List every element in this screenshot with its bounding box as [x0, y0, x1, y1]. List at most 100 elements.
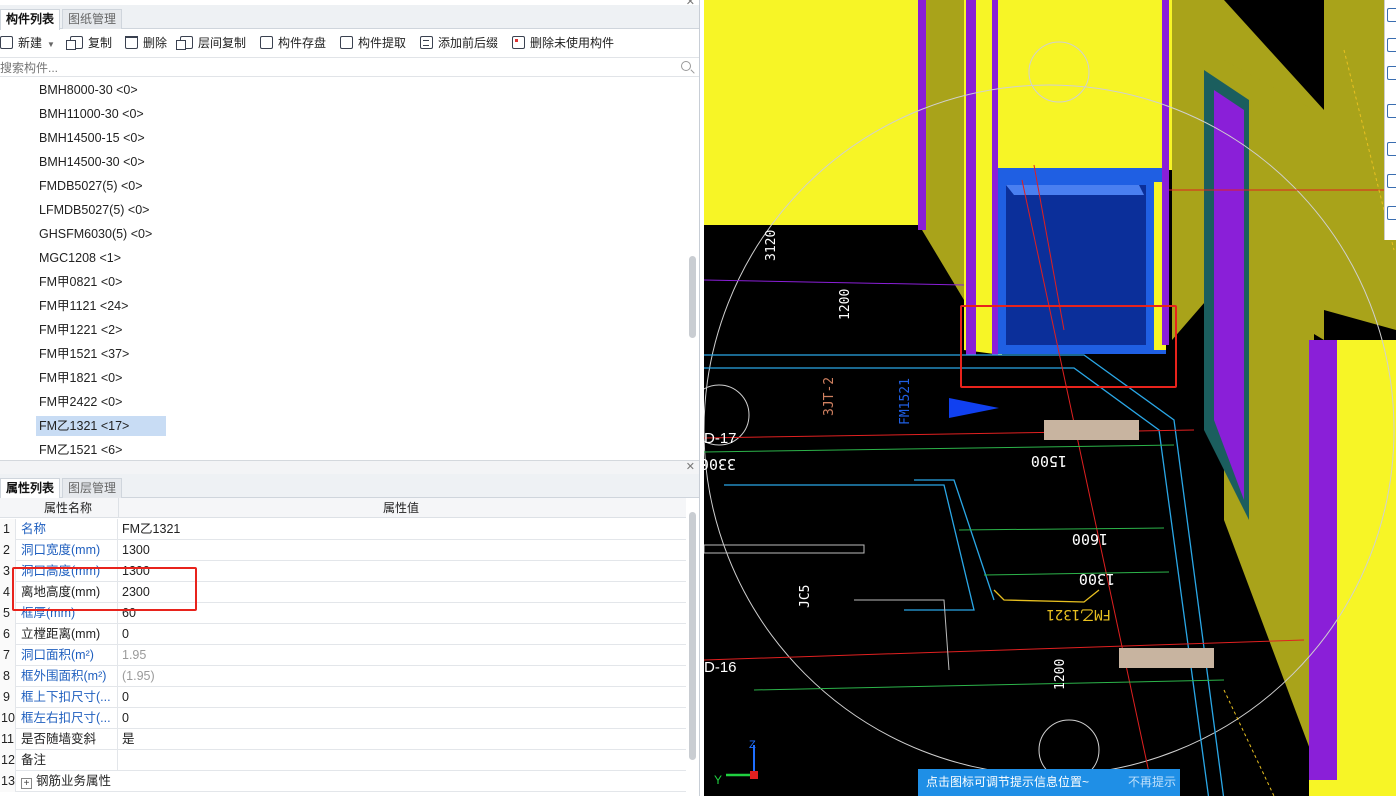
- list-item[interactable]: FM乙1521 <6>: [36, 440, 125, 460]
- wall-side: [922, 0, 964, 300]
- list-item[interactable]: BMH11000-30 <0>: [36, 104, 147, 124]
- list-item[interactable]: FMDB5027(5) <0>: [36, 176, 146, 196]
- column-stripe: [966, 0, 976, 355]
- delete-unused-label: 删除未使用构件: [530, 36, 615, 50]
- view-camera-icon[interactable]: [1387, 174, 1396, 188]
- table-row[interactable]: 13 + 钢筋业务属性: [0, 771, 686, 792]
- cad-text: 3120: [764, 230, 779, 261]
- property-value[interactable]: 0: [118, 687, 686, 708]
- table-row[interactable]: 8 框外围面积(m²) (1.95): [0, 666, 686, 687]
- column-stripe: [918, 0, 926, 230]
- list-item[interactable]: FM甲1221 <2>: [36, 320, 125, 340]
- list-item[interactable]: BMH14500-15 <0>: [36, 128, 148, 148]
- table-row[interactable]: 11 是否随墙变斜 是: [0, 729, 686, 750]
- view-3d-icon[interactable]: [1387, 38, 1396, 52]
- 3d-viewport[interactable]: D-17 D-16 3300 1500 1600 1300 FM乙1321 31…: [704, 0, 1396, 796]
- copy-label: 复制: [88, 36, 113, 50]
- floor-copy-icon: [176, 36, 193, 50]
- list-item[interactable]: FM甲1821 <0>: [36, 368, 125, 388]
- expand-icon[interactable]: +: [21, 778, 32, 789]
- copy-icon: [66, 36, 83, 50]
- cad-rect: [704, 544, 865, 554]
- view-2d-icon[interactable]: [1387, 8, 1396, 22]
- table-row[interactable]: 10 框左右扣尺寸(... 0: [0, 708, 686, 729]
- property-value[interactable]: [118, 750, 686, 771]
- close-icon[interactable]: ✕: [686, 0, 695, 8]
- table-row[interactable]: 1 名称 FM乙1321: [0, 519, 686, 540]
- hint-message: 点击图标可调节提示信息位置~: [926, 775, 1090, 789]
- property-value[interactable]: 是: [118, 729, 686, 750]
- property-table-scrollbar[interactable]: [689, 512, 696, 760]
- table-row[interactable]: 6 立樘距离(mm) 0: [0, 624, 686, 645]
- property-name: 备注: [17, 750, 118, 771]
- new-icon: [0, 36, 13, 49]
- row-number: 8: [0, 666, 16, 687]
- component-list-scrollbar[interactable]: [689, 256, 696, 338]
- view-select-icon[interactable]: [1387, 142, 1396, 156]
- list-item[interactable]: FM甲2422 <0>: [36, 392, 125, 412]
- list-item[interactable]: LFMDB5027(5) <0>: [36, 200, 152, 220]
- table-row[interactable]: 2 洞口宽度(mm) 1300: [0, 540, 686, 561]
- list-item[interactable]: FM甲1121 <24>: [36, 296, 131, 316]
- table-row[interactable]: 7 洞口面积(m²) 1.95: [0, 645, 686, 666]
- door-edge: [1006, 185, 1144, 195]
- add-prefix-suffix-button[interactable]: 添加前后缀: [420, 34, 498, 52]
- list-item[interactable]: GHSFM6030(5) <0>: [36, 224, 155, 244]
- column-stripe: [1162, 0, 1169, 345]
- column-stripe: [1309, 340, 1337, 780]
- view-box-icon[interactable]: [1387, 104, 1396, 118]
- dont-show-again-link[interactable]: 不再提示: [1128, 769, 1176, 796]
- delete-button[interactable]: 删除: [125, 34, 167, 52]
- prefix-suffix-icon: [420, 36, 433, 49]
- header-divider: [118, 498, 119, 518]
- close-icon[interactable]: ✕: [686, 460, 695, 473]
- tab-layer-management[interactable]: 图层管理: [62, 478, 123, 498]
- list-item[interactable]: FM甲1521 <37>: [36, 344, 132, 364]
- tab-property-list[interactable]: 属性列表: [0, 478, 61, 499]
- cad-line: [724, 484, 975, 611]
- search-input[interactable]: [0, 59, 670, 76]
- new-button[interactable]: 新建 ▼: [0, 34, 55, 52]
- property-value[interactable]: FM乙1321: [118, 519, 686, 540]
- property-table-header: 属性名称 属性值: [0, 498, 686, 518]
- property-value[interactable]: 60: [118, 603, 686, 624]
- table-row[interactable]: 9 框上下扣尺寸(... 0: [0, 687, 686, 708]
- list-item[interactable]: FM甲0821 <0>: [36, 272, 125, 292]
- property-value[interactable]: 2300: [118, 582, 686, 603]
- property-value[interactable]: 0: [118, 708, 686, 729]
- property-name: 立樘距离(mm): [17, 624, 118, 645]
- view-cube-icon[interactable]: [1387, 66, 1396, 80]
- chevron-down-icon[interactable]: ▼: [47, 40, 55, 49]
- hint-bar[interactable]: 点击图标可调节提示信息位置~ 不再提示: [918, 769, 1180, 796]
- cad-text: 1200: [838, 289, 853, 320]
- delete-unused-button[interactable]: 删除未使用构件: [512, 34, 614, 52]
- tab-drawing-management[interactable]: 图纸管理: [62, 9, 123, 29]
- property-value[interactable]: 1300: [118, 540, 686, 561]
- property-group[interactable]: + 钢筋业务属性: [17, 771, 217, 792]
- table-row[interactable]: 12 备注: [0, 750, 686, 771]
- viewport-canvas: D-17 D-16 3300 1500 1600 1300 FM乙1321 31…: [704, 0, 1396, 796]
- list-item[interactable]: MGC1208 <1>: [36, 248, 124, 268]
- door-swing: [993, 589, 1100, 603]
- property-value[interactable]: 0: [118, 624, 686, 645]
- list-item-selected[interactable]: FM乙1321 <17>: [36, 416, 166, 436]
- property-value[interactable]: 1300: [118, 561, 686, 582]
- dimension-label: 3300: [704, 455, 736, 473]
- highlight-box: [12, 567, 197, 611]
- save-icon: [260, 36, 273, 49]
- save-component-button[interactable]: 构件存盘: [260, 34, 326, 52]
- row-number: 10: [0, 708, 16, 729]
- view-list-icon[interactable]: [1387, 206, 1396, 220]
- floor-copy-button[interactable]: 层间复制: [176, 34, 246, 52]
- trash-icon: [125, 36, 138, 49]
- list-item[interactable]: BMH8000-30 <0>: [36, 80, 141, 100]
- copy-button[interactable]: 复制: [66, 34, 113, 52]
- highlight-box-3d: [960, 305, 1177, 388]
- extract-component-button[interactable]: 构件提取: [340, 34, 406, 52]
- list-item[interactable]: BMH14500-30 <0>: [36, 152, 148, 172]
- new-label: 新建: [18, 36, 43, 50]
- property-tabbar: 属性列表 图层管理: [0, 474, 699, 499]
- tab-component-list[interactable]: 构件列表: [0, 9, 61, 30]
- cad-line: [1223, 689, 1275, 796]
- search-icon[interactable]: [681, 61, 691, 71]
